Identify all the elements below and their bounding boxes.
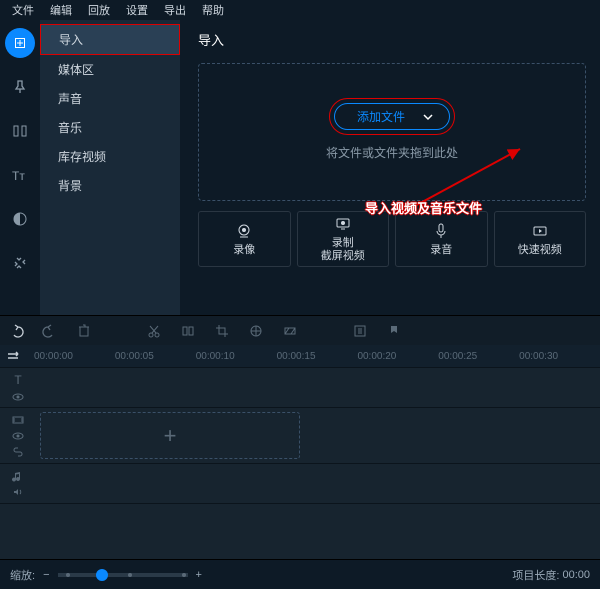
record-audio-label: 录音 bbox=[430, 244, 452, 257]
eye-icon[interactable] bbox=[12, 391, 24, 403]
marker-icon[interactable] bbox=[386, 324, 402, 338]
tick-4: 00:00:20 bbox=[357, 351, 438, 362]
cut-icon[interactable] bbox=[146, 324, 162, 338]
record-screen-label: 录制截屏视频 bbox=[321, 237, 365, 262]
menu-file[interactable]: 文件 bbox=[4, 0, 42, 20]
side-item-media[interactable]: 媒体区 bbox=[40, 55, 180, 84]
video-placeholder[interactable]: + bbox=[40, 412, 300, 459]
tool-more[interactable] bbox=[5, 248, 35, 278]
tool-fade[interactable] bbox=[5, 204, 35, 234]
tool-split[interactable] bbox=[5, 116, 35, 146]
drop-zone[interactable]: 添加文件 将文件或文件夹拖到此处 bbox=[198, 63, 586, 201]
status-bar: 缩放: − + 项目长度: 00:00 bbox=[0, 559, 600, 589]
side-panel: 导入 媒体区 声音 音乐 库存视频 背景 bbox=[40, 20, 180, 315]
panel-title: 导入 bbox=[198, 30, 586, 49]
tool-pin[interactable] bbox=[5, 72, 35, 102]
record-webcam[interactable]: 录像 bbox=[198, 211, 291, 267]
add-track-button[interactable] bbox=[6, 349, 30, 363]
transition-icon[interactable] bbox=[282, 324, 298, 338]
track-audio[interactable] bbox=[0, 463, 600, 503]
link-icon[interactable] bbox=[12, 446, 24, 458]
color-icon[interactable] bbox=[248, 324, 264, 338]
audio-track-icon bbox=[12, 470, 24, 482]
zoom-in-icon[interactable]: + bbox=[196, 569, 202, 581]
menu-edit[interactable]: 编辑 bbox=[42, 0, 80, 20]
track-video[interactable]: + bbox=[0, 407, 600, 463]
menu-playback[interactable]: 回放 bbox=[80, 0, 118, 20]
record-quick[interactable]: 快速视频 bbox=[494, 211, 587, 267]
tick-6: 00:00:30 bbox=[519, 351, 600, 362]
side-item-music[interactable]: 音乐 bbox=[40, 113, 180, 142]
timeline-tracks: T + bbox=[0, 367, 600, 559]
tick-2: 00:00:10 bbox=[196, 351, 277, 362]
crop-icon[interactable] bbox=[214, 324, 230, 338]
undo-icon[interactable] bbox=[8, 323, 24, 339]
chevron-down-icon[interactable] bbox=[423, 112, 437, 122]
drop-hint: 将文件或文件夹拖到此处 bbox=[326, 144, 458, 161]
content-panel: 导入 添加文件 将文件或文件夹拖到此处 导入视频及音乐文件 录像 录制截屏视频 bbox=[180, 20, 600, 315]
redo-icon[interactable] bbox=[42, 323, 58, 339]
side-item-stock[interactable]: 库存视频 bbox=[40, 142, 180, 171]
zoom-out-icon[interactable]: − bbox=[43, 569, 49, 581]
record-audio[interactable]: 录音 bbox=[395, 211, 488, 267]
quick-icon bbox=[531, 222, 549, 240]
menubar: 文件 编辑 回放 设置 导出 帮助 bbox=[0, 0, 600, 20]
webcam-icon bbox=[235, 222, 253, 240]
svg-text:Tт: Tт bbox=[12, 169, 25, 183]
timeline-ruler: 00:00:00 00:00:05 00:00:10 00:00:15 00:0… bbox=[0, 345, 600, 367]
menu-export[interactable]: 导出 bbox=[156, 0, 194, 20]
mic-icon bbox=[432, 222, 450, 240]
text-track-icon: T bbox=[14, 373, 21, 387]
tool-add[interactable] bbox=[5, 28, 35, 58]
menu-settings[interactable]: 设置 bbox=[118, 0, 156, 20]
timeline-toolbar bbox=[0, 315, 600, 345]
project-length-value: 00:00 bbox=[562, 569, 590, 581]
record-row: 录像 录制截屏视频 录音 快速视频 bbox=[198, 211, 586, 267]
tick-0: 00:00:00 bbox=[34, 351, 115, 362]
track-text[interactable]: T bbox=[0, 367, 600, 407]
track-empty bbox=[0, 503, 600, 559]
record-quick-label: 快速视频 bbox=[518, 244, 562, 257]
record-webcam-label: 录像 bbox=[233, 244, 255, 257]
tick-5: 00:00:25 bbox=[438, 351, 519, 362]
tick-1: 00:00:05 bbox=[115, 351, 196, 362]
properties-icon[interactable] bbox=[352, 324, 368, 338]
side-item-sound[interactable]: 声音 bbox=[40, 84, 180, 113]
splice-icon[interactable] bbox=[180, 324, 196, 338]
record-screen[interactable]: 录制截屏视频 bbox=[297, 211, 390, 267]
left-toolbar: Tт bbox=[0, 20, 40, 315]
project-length-label: 项目长度: bbox=[512, 567, 559, 583]
zoom-label: 缩放: bbox=[10, 567, 35, 583]
tick-3: 00:00:15 bbox=[277, 351, 358, 362]
screen-icon bbox=[334, 215, 352, 233]
delete-icon[interactable] bbox=[76, 324, 92, 338]
menu-help[interactable]: 帮助 bbox=[194, 0, 232, 20]
side-item-import[interactable]: 导入 bbox=[40, 24, 180, 55]
speaker-icon[interactable] bbox=[12, 486, 24, 498]
add-file-label: 添加文件 bbox=[357, 108, 405, 125]
tool-text[interactable]: Tт bbox=[5, 160, 35, 190]
eye-icon[interactable] bbox=[12, 430, 24, 442]
add-file-button[interactable]: 添加文件 bbox=[334, 103, 450, 130]
video-track-icon bbox=[12, 414, 24, 426]
zoom-slider[interactable] bbox=[58, 573, 188, 577]
zoom-handle[interactable] bbox=[96, 569, 108, 581]
side-item-background[interactable]: 背景 bbox=[40, 171, 180, 200]
